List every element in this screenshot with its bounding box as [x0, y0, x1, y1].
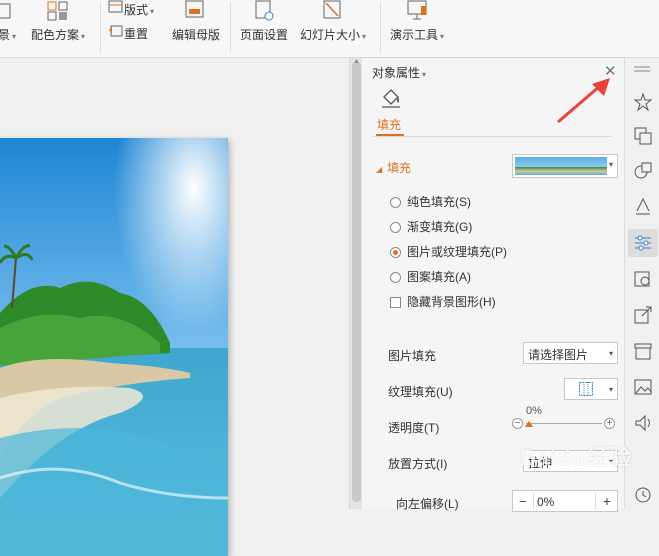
background-label: 景	[0, 28, 11, 42]
archive-icon[interactable]	[633, 341, 653, 361]
transparency-slider[interactable]: 0% − +	[512, 405, 615, 435]
slider-knob[interactable]	[525, 421, 533, 427]
history-icon[interactable]	[633, 485, 653, 505]
minus-icon[interactable]: −	[512, 418, 523, 429]
plus-icon[interactable]: +	[603, 493, 611, 509]
chevron-down-icon: ▾	[608, 349, 613, 358]
picture-icon[interactable]	[633, 377, 653, 397]
slide-canvas	[0, 58, 349, 556]
picture-fill-select[interactable]: 请选择图片 ▾	[523, 342, 618, 364]
radio-pattern-fill[interactable]: 图案填充(A)	[390, 268, 471, 285]
texture-fill-label: 纹理填充(U)	[388, 385, 453, 399]
annotation-arrow	[557, 78, 610, 124]
tab-fill[interactable]: 填充	[377, 116, 401, 133]
right-icon-rail	[624, 58, 659, 509]
divider	[230, 2, 231, 52]
fill-bucket-icon[interactable]	[380, 88, 402, 113]
star-magic-icon[interactable]	[633, 92, 653, 112]
radio-icon	[390, 197, 401, 208]
divider	[533, 493, 534, 509]
background-icon	[0, 3, 11, 19]
reset-button[interactable]: 重置	[108, 24, 148, 42]
checkbox-hide-background[interactable]: 隐藏背景图形(H)	[390, 293, 496, 310]
fill-preview-dropdown[interactable]: ▾	[512, 154, 618, 178]
text-style-icon[interactable]	[633, 196, 653, 216]
placement-select[interactable]: 拉伸 ▾	[523, 450, 618, 472]
divider	[372, 136, 612, 137]
radio-selected-icon	[390, 247, 401, 258]
texture-grid-icon	[579, 382, 593, 399]
divider	[595, 493, 596, 509]
chevron-down-icon: ▾	[608, 385, 613, 394]
presenter-tools-icon[interactable]	[406, 0, 430, 25]
radio-icon	[390, 272, 401, 283]
plus-icon[interactable]: +	[604, 418, 615, 429]
page-setup-button[interactable]: 页面设置	[240, 26, 288, 43]
edit-master-button[interactable]: 编辑母版	[172, 26, 220, 43]
shapes-icon[interactable]	[633, 160, 653, 180]
chevron-down-icon: ▾	[609, 160, 614, 169]
properties-icon[interactable]	[633, 233, 653, 253]
collapse-triangle-icon: ◢	[376, 165, 383, 174]
slide-size-icon[interactable]	[322, 0, 344, 25]
radio-solid-fill[interactable]: 纯色填充(S)	[390, 193, 471, 210]
picture-fill-label: 图片填充	[388, 349, 437, 363]
fill-preview-thumbnail	[515, 157, 607, 175]
image-gallery-icon[interactable]	[633, 269, 653, 289]
section-fill-header[interactable]: ◢ 填充	[376, 159, 411, 176]
duplicate-icon[interactable]	[633, 126, 653, 146]
scroll-up-icon[interactable]: ▲	[353, 58, 360, 65]
page-setup-icon[interactable]	[254, 0, 276, 25]
edit-master-icon[interactable]	[184, 0, 206, 23]
offset-left-label: 向左偏移(L)	[396, 497, 459, 511]
beach-picture	[0, 138, 228, 556]
texture-fill-select[interactable]: ▾	[564, 378, 618, 400]
divider	[100, 2, 101, 52]
layout-button[interactable]: 版式 ▾	[108, 0, 154, 18]
pane-title[interactable]: 对象属性 ▾	[372, 64, 426, 81]
scrollbar-thumb[interactable]	[352, 62, 361, 502]
slide-beach-image[interactable]	[0, 138, 228, 556]
reset-icon	[109, 25, 123, 37]
rail-grip-icon[interactable]	[634, 66, 650, 72]
audio-icon[interactable]	[633, 413, 653, 433]
ribbon-toolbar: 景 ▾ 配色方案 ▾ 版式 ▾ 重置 编辑母版 页面设置 幻灯片大小 ▾ 演示工具 ▾	[0, 0, 659, 58]
divider	[380, 2, 381, 52]
presenter-tools-button[interactable]: 演示工具 ▾	[390, 26, 444, 43]
chevron-down-icon: ▾	[608, 457, 613, 466]
share-icon[interactable]	[633, 305, 653, 325]
layout-icon	[108, 0, 123, 13]
radio-icon	[390, 222, 401, 233]
canvas-scrollbar[interactable]: ▲	[349, 58, 363, 509]
background-button[interactable]	[0, 2, 14, 23]
radio-gradient-fill[interactable]: 渐变填充(G)	[390, 218, 472, 235]
checkbox-icon	[390, 297, 401, 308]
transparency-label: 透明度(T)	[388, 421, 440, 435]
minus-icon[interactable]: −	[519, 494, 527, 509]
radio-picture-texture-fill[interactable]: 图片或纹理填充(P)	[390, 243, 507, 260]
transparency-value: 0%	[526, 405, 542, 417]
color-scheme-button[interactable]: 配色方案 ▾	[31, 26, 85, 43]
placement-label: 放置方式(I)	[388, 457, 448, 471]
slider-track[interactable]	[526, 423, 602, 424]
color-scheme-icon[interactable]	[46, 0, 70, 25]
slide-size-button[interactable]: 幻灯片大小 ▾	[300, 26, 366, 43]
